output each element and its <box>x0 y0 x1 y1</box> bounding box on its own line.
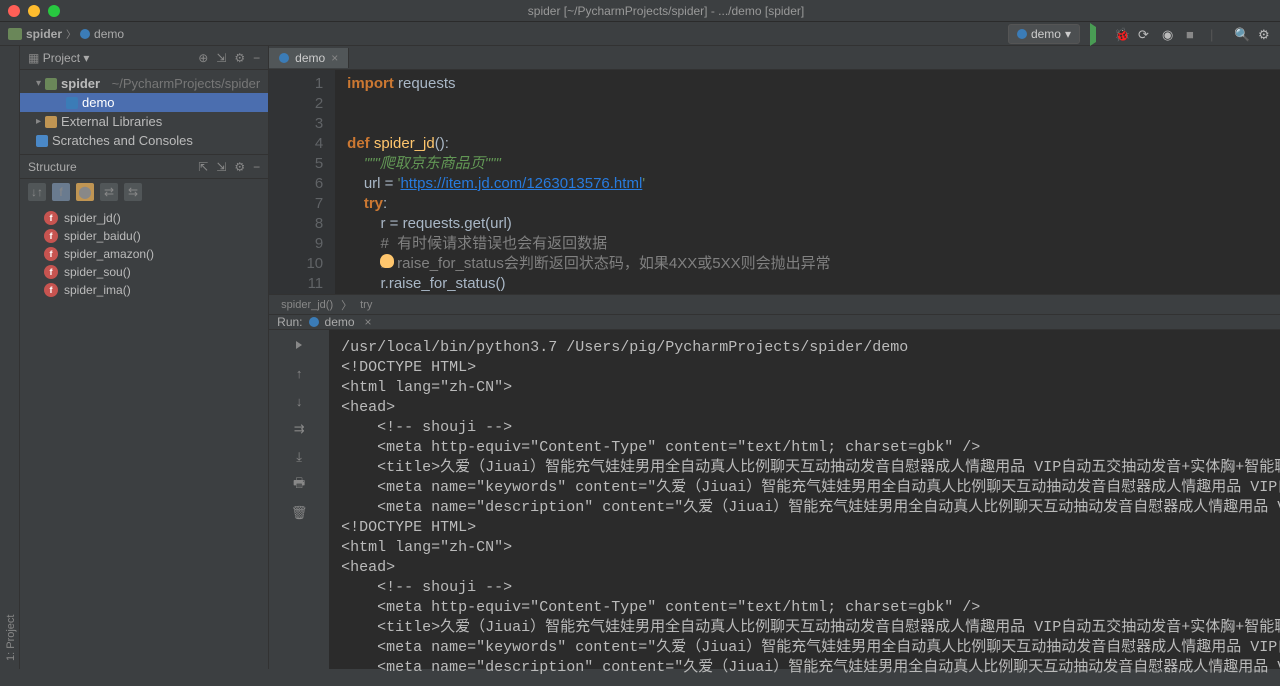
stop-button[interactable]: ■ <box>1186 27 1200 41</box>
folder-icon <box>45 78 57 90</box>
settings-icon[interactable]: ⚙ <box>1258 27 1272 41</box>
editor-tabs: demo × <box>269 46 1280 70</box>
scroll-end-icon[interactable]: ⤓ <box>290 448 308 466</box>
filter-fields-icon[interactable]: f <box>52 183 70 201</box>
function-icon: f <box>44 211 58 225</box>
rerun-button[interactable] <box>290 336 308 354</box>
breadcrumb-file[interactable]: demo <box>94 27 124 41</box>
tree-external-libraries[interactable]: ▸ External Libraries <box>20 112 268 131</box>
expand-icon[interactable]: ⇱ <box>198 160 208 174</box>
navigation-bar: spider 〉 demo demo ▾ 🐞 ⟳ ◉ ■ | 🔍 ⚙ <box>0 22 1280 46</box>
python-icon <box>1017 29 1027 39</box>
library-icon <box>45 116 57 128</box>
function-item[interactable]: fspider_sou() <box>20 263 268 281</box>
soft-wrap-icon[interactable]: ⇉ <box>290 420 308 438</box>
console-output[interactable]: /usr/local/bin/python3.7 /Users/pig/Pych… <box>329 330 1280 686</box>
run-button[interactable] <box>1090 27 1104 41</box>
function-item[interactable]: fspider_amazon() <box>20 245 268 263</box>
gear-icon[interactable]: ⚙ <box>234 160 245 174</box>
structure-list: fspider_jd() fspider_baidu() fspider_ama… <box>20 205 268 303</box>
run-tool-header: Run: demo × ⚙ − <box>269 315 1280 330</box>
chevron-right-icon: ▸ <box>36 116 41 127</box>
debug-button[interactable]: 🐞 <box>1114 27 1128 41</box>
tree-root[interactable]: ▾ spider ~/PycharmProjects/spider <box>20 74 268 93</box>
down-button[interactable]: ↓ <box>290 392 308 410</box>
breadcrumb-project[interactable]: spider <box>26 27 62 41</box>
gear-icon[interactable]: ⚙ <box>234 51 245 65</box>
locate-icon[interactable]: ⊕ <box>198 51 208 65</box>
hide-icon[interactable]: − <box>253 51 260 65</box>
function-icon: f <box>44 229 58 243</box>
project-panel-header: ▦ Project ▾ ⊕ ⇲ ⚙ − <box>20 46 268 70</box>
scratch-icon <box>36 135 48 147</box>
print-icon[interactable]: 🖶 <box>290 476 308 494</box>
code-editor[interactable]: 1234567891011 import requests def spider… <box>269 70 1280 294</box>
run-toolbar: ↑ ↓ ⇉ ⤓ 🖶 🗑 <box>269 330 329 686</box>
python-icon <box>80 29 90 39</box>
close-window-button[interactable] <box>8 5 20 17</box>
titlebar: spider [~/PycharmProjects/spider] - .../… <box>0 0 1280 22</box>
hide-icon[interactable]: − <box>253 160 260 174</box>
python-file-icon <box>66 97 78 109</box>
search-button[interactable]: 🔍 <box>1234 27 1248 41</box>
code-content[interactable]: import requests def spider_jd(): """爬取京东… <box>335 70 1280 294</box>
function-item[interactable]: fspider_baidu() <box>20 227 268 245</box>
intention-bulb-icon[interactable] <box>380 254 394 268</box>
project-tree[interactable]: ▾ spider ~/PycharmProjects/spider demo ▸… <box>20 70 268 154</box>
structure-panel-header: Structure ⇱ ⇲ ⚙ − <box>20 155 268 179</box>
sort-icon[interactable]: ↓↑ <box>28 183 46 201</box>
function-icon: f <box>44 265 58 279</box>
collapse-icon[interactable]: ⇲ <box>216 51 226 65</box>
python-icon <box>279 53 289 63</box>
function-item[interactable]: fspider_jd() <box>20 209 268 227</box>
coverage-button[interactable]: ⟳ <box>1138 27 1152 41</box>
filter-inherited-icon[interactable]: ⬤ <box>76 183 94 201</box>
project-tool-button[interactable]: 1: Project <box>5 54 17 661</box>
minimize-window-button[interactable] <box>28 5 40 17</box>
divider: | <box>1210 27 1224 41</box>
line-numbers: 1234567891011 <box>269 70 335 294</box>
chevron-down-icon: ▾ <box>36 78 41 89</box>
editor-tab-demo[interactable]: demo × <box>269 48 349 68</box>
maximize-window-button[interactable] <box>48 5 60 17</box>
chevron-down-icon[interactable]: ▾ <box>83 51 89 65</box>
close-icon[interactable]: × <box>365 315 372 329</box>
close-icon[interactable]: × <box>331 51 338 65</box>
chevron-down-icon: ▾ <box>1065 27 1071 41</box>
stop-button[interactable]: ↑ <box>290 364 308 382</box>
editor-breadcrumb[interactable]: spider_jd() 〉 try <box>269 294 1280 314</box>
folder-icon <box>8 28 22 40</box>
breadcrumb[interactable]: spider 〉 demo <box>8 26 124 41</box>
tool-window-stripe-left: 1: Project 7: Structure 2: Favorites <box>0 46 20 669</box>
python-icon <box>309 317 319 327</box>
function-icon: f <box>44 247 58 261</box>
tree-file-demo[interactable]: demo <box>20 93 268 112</box>
clear-icon[interactable]: 🗑 <box>290 504 308 522</box>
chevron-right-icon: 〉 <box>66 26 76 41</box>
function-icon: f <box>44 283 58 297</box>
tree-scratches[interactable]: Scratches and Consoles <box>20 131 268 150</box>
structure-toolbar: ↓↑ f ⬤ ⇄ ⇆ <box>20 179 268 205</box>
autoscroll-from-icon[interactable]: ⇆ <box>124 183 142 201</box>
autoscroll-icon[interactable]: ⇄ <box>100 183 118 201</box>
function-item[interactable]: fspider_ima() <box>20 281 268 299</box>
profile-button[interactable]: ◉ <box>1162 27 1176 41</box>
run-configuration-selector[interactable]: demo ▾ <box>1008 24 1080 44</box>
window-title: spider [~/PycharmProjects/spider] - .../… <box>60 4 1272 18</box>
collapse-icon[interactable]: ⇲ <box>216 160 226 174</box>
